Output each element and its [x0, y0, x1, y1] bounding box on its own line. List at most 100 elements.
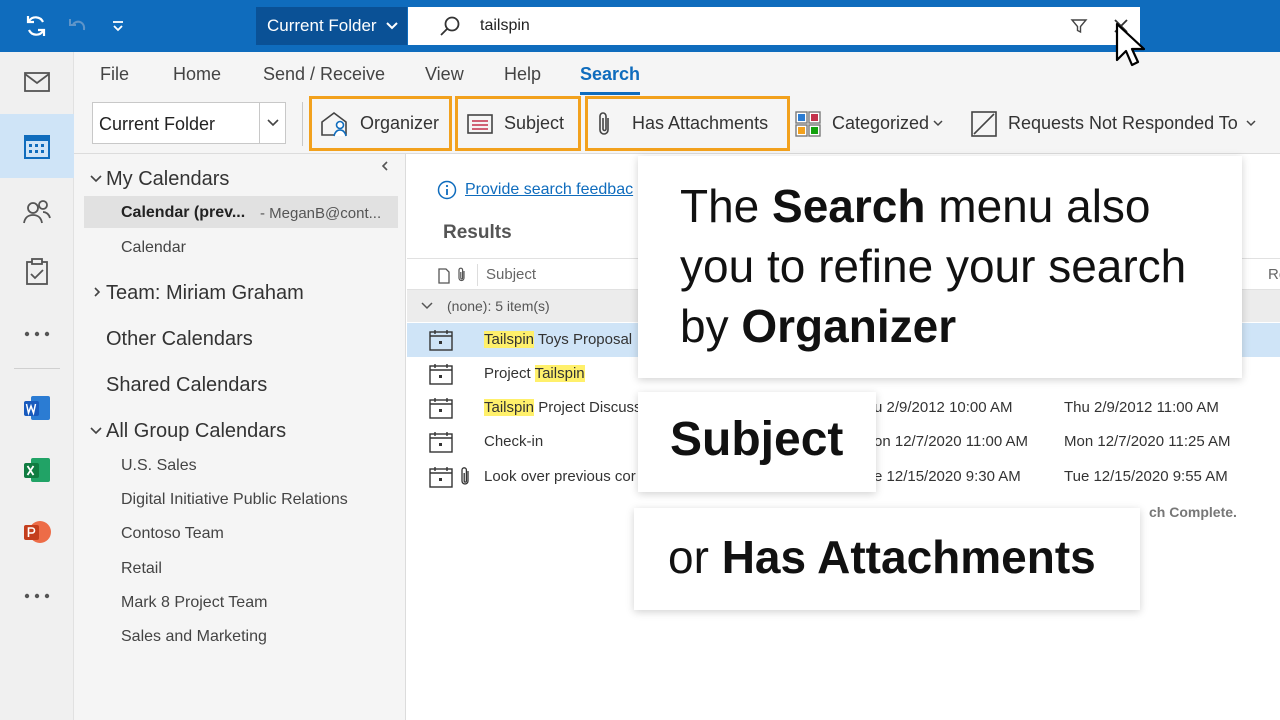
request-icon: [971, 110, 997, 137]
more-icon: [24, 331, 50, 337]
categorized-label: Categorized: [832, 113, 930, 133]
group-label: (none): 5 item(s): [447, 298, 550, 314]
subject-label: Subject: [504, 113, 565, 133]
requests-label: Requests Not Responded To: [1008, 113, 1238, 133]
chevron-down-icon: [259, 103, 285, 143]
filter-icon[interactable]: [1070, 17, 1088, 35]
folder-shared-calendars[interactable]: Shared Calendars: [106, 374, 267, 397]
search-input[interactable]: tailspin: [480, 17, 530, 35]
info-icon: [437, 180, 457, 200]
callout-subject-text: Subject: [670, 413, 844, 466]
chevron-down-icon[interactable]: [90, 426, 102, 436]
categorized-button[interactable]: Categorized: [794, 96, 943, 151]
search-feedback-label: Provide search feedbac: [465, 181, 634, 198]
search-status: ch Complete.: [1149, 504, 1237, 520]
mail-nav[interactable]: [0, 52, 74, 112]
folder-account-label: - MeganB@cont...: [260, 205, 382, 222]
organizer-label: Organizer: [360, 113, 440, 133]
people-icon: [23, 200, 51, 224]
more-icon: [24, 593, 50, 599]
column-subject[interactable]: Subject: [486, 266, 536, 283]
scope-select-value: Current Folder: [99, 114, 216, 134]
people-nav[interactable]: [0, 182, 74, 242]
powerpoint-nav[interactable]: [0, 502, 74, 562]
group-calendar-item[interactable]: Sales and Marketing: [121, 628, 267, 646]
column-partial[interactable]: Re: [1268, 266, 1280, 283]
customize-toolbar-icon[interactable]: [104, 12, 132, 40]
tab-search[interactable]: Search: [580, 64, 641, 95]
subject-button[interactable]: Subject: [455, 96, 581, 151]
group-calendar-item[interactable]: Contoso Team: [121, 525, 224, 543]
has-attachments-button[interactable]: Has Attachments: [585, 96, 790, 151]
folder-all-group-calendars[interactable]: All Group Calendars: [106, 420, 286, 443]
folder-other-calendars[interactable]: Other Calendars: [106, 328, 253, 351]
folder-my-calendars[interactable]: My Calendars: [106, 168, 229, 191]
group-calendar-item[interactable]: Digital Initiative Public Relations: [121, 491, 348, 509]
more-apps-nav-2[interactable]: [0, 566, 74, 626]
results-heading: Results: [443, 222, 512, 243]
callout-line: The Search menu also: [680, 180, 1151, 232]
title-bar: Current Folder tailspin: [0, 0, 1280, 52]
organizer-icon: [321, 111, 347, 136]
chevron-right-icon[interactable]: [92, 286, 102, 298]
excel-nav[interactable]: [0, 440, 74, 500]
tab-file[interactable]: File: [100, 64, 129, 85]
group-calendar-item[interactable]: U.S. Sales: [121, 457, 197, 475]
appointment-icon: [429, 432, 453, 453]
tab-help[interactable]: Help: [504, 64, 541, 85]
tasks-nav[interactable]: [0, 242, 74, 302]
app-rail: [0, 52, 74, 720]
paperclip-icon[interactable]: [457, 267, 467, 283]
folder-calendar-preview[interactable]: Calendar (prev...: [121, 204, 245, 222]
word-icon: [24, 396, 50, 420]
scope-select[interactable]: Current Folder: [92, 102, 286, 144]
more-apps-nav[interactable]: [0, 304, 74, 364]
tab-view[interactable]: View: [425, 64, 464, 85]
group-calendar-item[interactable]: Retail: [121, 560, 162, 578]
group-calendar-item[interactable]: Mark 8 Project Team: [121, 594, 267, 612]
ribbon-divider: [302, 102, 303, 146]
tab-send-receive[interactable]: Send / Receive: [263, 64, 385, 85]
search-ribbon: Current Folder Organizer Subject Has Att…: [74, 96, 1280, 154]
undo-icon[interactable]: [64, 12, 92, 40]
paperclip-icon: [461, 467, 469, 485]
row-subject: Project Tailspin: [484, 365, 585, 382]
word-nav[interactable]: [0, 378, 74, 438]
search-scope-button[interactable]: Current Folder: [256, 7, 407, 45]
row-subject: Tailspin Project Discuss: [484, 399, 642, 416]
chevron-down-icon[interactable]: [90, 174, 102, 184]
tasks-icon: [26, 258, 48, 285]
search-scope-label: Current Folder: [267, 16, 377, 35]
callout-or-text: or: [668, 531, 722, 583]
search-feedback-link[interactable]: Provide search feedbac: [437, 180, 633, 200]
tab-home[interactable]: Home: [173, 64, 221, 85]
collapse-pane-icon[interactable]: [380, 160, 390, 172]
search-box[interactable]: tailspin: [408, 7, 1140, 45]
paperclip-icon: [599, 111, 609, 135]
tutorial-callout-attachments: or Has Attachments: [634, 508, 1140, 610]
tutorial-callout-subject: Subject: [638, 392, 876, 492]
row-end: Mon 12/7/2020 11:25 AM: [1064, 433, 1231, 450]
row-subject: Look over previous cor: [484, 468, 636, 485]
appointment-icon: [429, 364, 453, 385]
sync-icon[interactable]: [22, 12, 50, 40]
appointment-icon: [429, 467, 453, 488]
row-subject: Check-in: [484, 433, 544, 450]
folder-team-miriam[interactable]: Team: Miriam Graham: [106, 282, 304, 305]
excel-icon: [24, 458, 50, 482]
calendar-nav[interactable]: [0, 114, 74, 178]
appointment-icon: [429, 330, 453, 351]
mouse-cursor-icon: [1115, 22, 1145, 67]
mail-icon: [24, 72, 50, 92]
folder-calendar[interactable]: Calendar: [121, 239, 186, 257]
requests-not-responded-button[interactable]: Requests Not Responded To: [970, 96, 1256, 151]
chevron-down-icon: [421, 302, 433, 310]
rail-divider: [14, 368, 60, 369]
callout-line: by Organizer: [680, 300, 957, 352]
organizer-button[interactable]: Organizer: [309, 96, 452, 151]
row-end: Thu 2/9/2012 11:00 AM: [1064, 399, 1219, 416]
callout-has-attachments-text: Has Attachments: [721, 531, 1096, 583]
tutorial-callout-main: The Search menu also you to refine your …: [638, 156, 1242, 378]
item-type-icon[interactable]: [437, 268, 451, 284]
search-icon: [440, 16, 460, 36]
